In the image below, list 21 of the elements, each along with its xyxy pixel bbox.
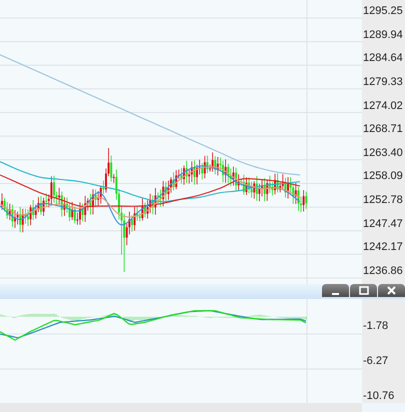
maximize-icon xyxy=(358,286,368,295)
axis-label: 1236.86 xyxy=(362,264,404,280)
axis-label: -6.27 xyxy=(362,354,390,368)
axis-label: 1274.02 xyxy=(362,98,404,114)
axis-label: 1295.25 xyxy=(362,4,404,19)
minimize-button[interactable] xyxy=(322,284,349,297)
axis-label: -1.78 xyxy=(362,319,390,333)
close-button[interactable] xyxy=(378,284,405,297)
axis-label: 1263.40 xyxy=(362,146,404,161)
maximize-button[interactable] xyxy=(350,284,377,297)
axis-label: 1242.17 xyxy=(362,240,404,256)
axis-label: -10.76 xyxy=(362,389,396,403)
axis-label: 1247.47 xyxy=(362,216,404,232)
minimize-icon xyxy=(332,292,339,294)
axis-label: 1279.33 xyxy=(362,74,404,90)
close-icon xyxy=(387,286,396,295)
axis-label: 1268.71 xyxy=(362,122,404,138)
axis-label: 1258.09 xyxy=(362,169,404,184)
axis-label: 1289.94 xyxy=(362,28,404,43)
axis-label: 1252.78 xyxy=(362,193,404,208)
axis-label: 1284.64 xyxy=(362,51,404,66)
